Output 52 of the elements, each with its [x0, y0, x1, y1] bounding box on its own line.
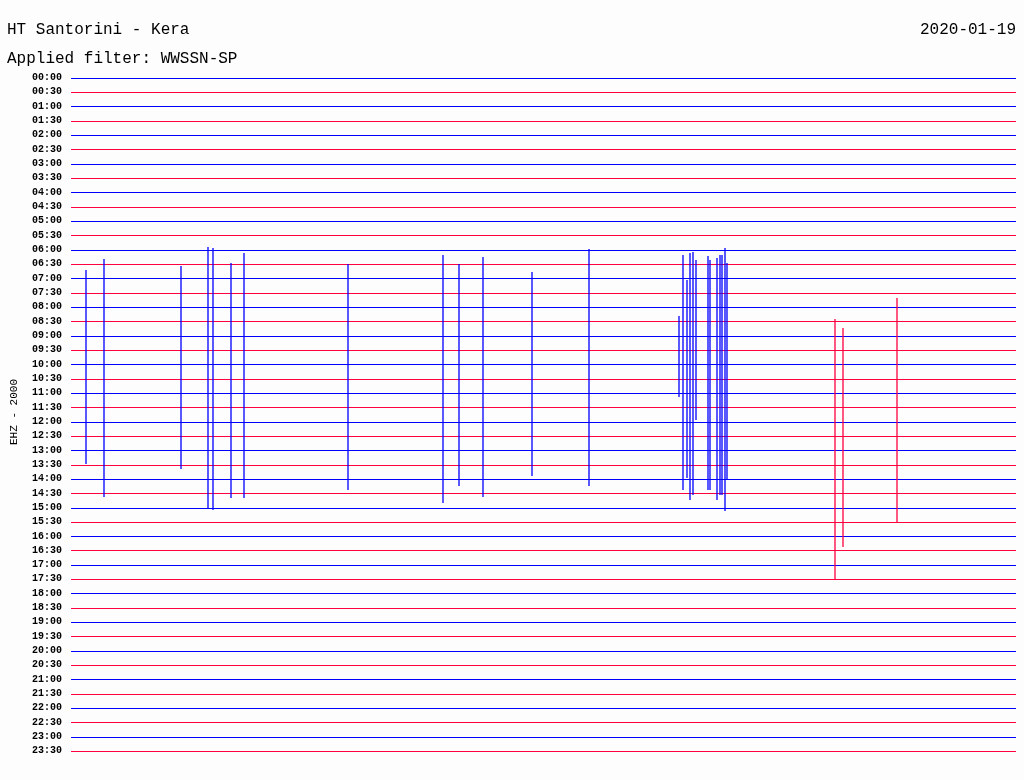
time-label: 04:00 — [31, 185, 63, 200]
time-label: 22:00 — [31, 701, 63, 716]
time-label: 04:30 — [31, 199, 63, 214]
time-label: 19:30 — [31, 629, 63, 644]
time-label: 07:30 — [31, 285, 63, 300]
time-label: 11:30 — [31, 400, 63, 415]
time-label: 10:00 — [31, 357, 63, 372]
time-label: 21:30 — [31, 687, 63, 702]
time-label: 21:00 — [31, 672, 63, 687]
time-label: 10:30 — [31, 371, 63, 386]
time-label: 03:00 — [31, 156, 63, 171]
time-label: 23:00 — [31, 730, 63, 745]
time-label: 09:30 — [31, 343, 63, 358]
time-label: 05:30 — [31, 228, 63, 243]
time-label: 02:00 — [31, 128, 63, 143]
time-label: 15:30 — [31, 515, 63, 530]
filter-label: Applied filter: WWSSN-SP — [6, 49, 239, 70]
time-label: 17:00 — [31, 558, 63, 573]
time-label: 22:30 — [31, 715, 63, 730]
time-label: 00:00 — [31, 71, 63, 85]
time-label: 11:00 — [31, 386, 63, 401]
time-label: 13:30 — [31, 457, 63, 472]
time-label: 07:00 — [31, 271, 63, 286]
channel-axis-label: EHZ - 2000 — [8, 378, 20, 447]
time-label: 01:00 — [31, 99, 63, 114]
time-label: 17:30 — [31, 572, 63, 587]
time-label: 12:00 — [31, 414, 63, 429]
time-label: 14:00 — [31, 472, 63, 487]
time-label: 18:00 — [31, 586, 63, 601]
time-label: 23:30 — [31, 744, 63, 759]
time-label: 06:00 — [31, 242, 63, 257]
time-label: 05:00 — [31, 214, 63, 229]
date-label: 2020-01-19 — [920, 20, 1016, 41]
time-label: 14:30 — [31, 486, 63, 501]
station-title: HT Santorini - Kera — [7, 20, 190, 41]
time-label: 03:30 — [31, 171, 63, 186]
time-label: 15:00 — [31, 500, 63, 515]
time-label: 16:00 — [31, 529, 63, 544]
time-label: 20:00 — [31, 644, 63, 659]
time-label: 12:30 — [31, 429, 63, 444]
time-label: 08:00 — [31, 300, 63, 315]
time-label: 19:00 — [31, 615, 63, 630]
time-label: 00:30 — [31, 85, 63, 100]
time-label: 13:00 — [31, 443, 63, 458]
time-label: 01:30 — [31, 114, 63, 128]
time-label: 06:30 — [31, 257, 63, 272]
time-label: 02:30 — [31, 142, 63, 157]
time-label: 09:00 — [31, 328, 63, 343]
time-label: 18:30 — [31, 601, 63, 616]
time-label: 16:30 — [31, 543, 63, 558]
time-label: 20:30 — [31, 658, 63, 673]
time-label: 08:30 — [31, 314, 63, 329]
